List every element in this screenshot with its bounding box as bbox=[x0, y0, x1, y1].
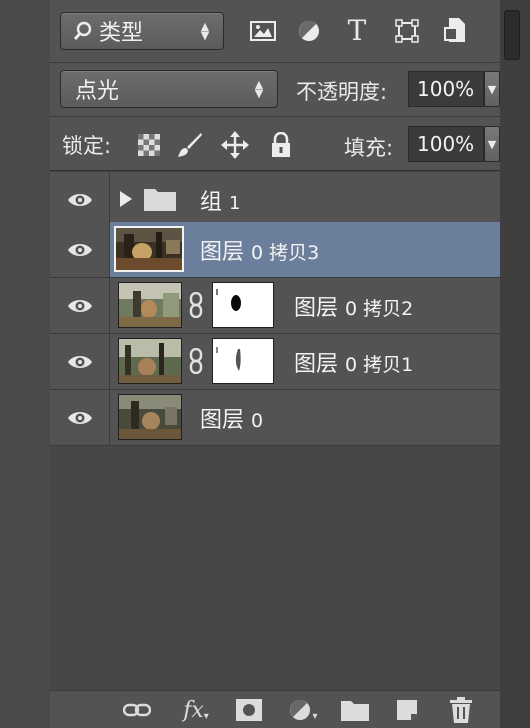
layers-bottom-toolbar: fx ▾ ▾ bbox=[50, 690, 500, 728]
layer-thumbnail bbox=[118, 338, 182, 384]
layer-row-copy-3[interactable]: 图层 0 拷贝3 bbox=[50, 222, 500, 278]
add-mask-icon[interactable] bbox=[234, 697, 264, 723]
filter-kind-label: 类型 bbox=[99, 21, 144, 46]
new-group-icon[interactable] bbox=[340, 697, 370, 723]
opacity-label: 不透明度: bbox=[296, 80, 388, 104]
layer-name-prefix: 组 bbox=[200, 190, 223, 215]
layer-row-copy-2[interactable]: 图层 0 拷贝2 bbox=[50, 278, 500, 334]
lock-position-icon[interactable] bbox=[220, 130, 250, 160]
adjustment-filter-icon[interactable] bbox=[294, 16, 324, 46]
layer-name: 图层 0 拷贝3 bbox=[200, 234, 319, 266]
expand-triangle-icon[interactable] bbox=[120, 191, 132, 211]
layer-name: 图层 0 拷贝2 bbox=[294, 290, 413, 322]
lock-label: 锁定: bbox=[62, 134, 112, 158]
scrollbar-thumb[interactable] bbox=[504, 10, 520, 60]
fx-icon[interactable]: fx ▾ bbox=[178, 697, 214, 723]
layer-mask-thumbnail[interactable] bbox=[212, 282, 274, 328]
layers-list[interactable]: 组 1 图层 0 拷贝3 图层 0 拷贝2 图层 0 拷贝1 图层 0 bbox=[50, 170, 500, 690]
layer-row-copy-1[interactable]: 图层 0 拷贝1 bbox=[50, 334, 500, 390]
lock-all-icon[interactable] bbox=[268, 130, 294, 160]
visibility-eye-icon[interactable] bbox=[50, 334, 110, 389]
adjustment-layer-icon[interactable]: ▾ bbox=[286, 697, 320, 723]
layer-thumbnail bbox=[118, 282, 182, 328]
opacity-dropdown-button[interactable]: ▼ bbox=[484, 71, 500, 107]
link-layers-icon[interactable] bbox=[122, 697, 152, 723]
new-layer-icon[interactable] bbox=[392, 697, 422, 723]
shape-filter-icon[interactable] bbox=[392, 16, 422, 46]
divider bbox=[50, 116, 500, 117]
divider bbox=[50, 170, 500, 171]
search-icon bbox=[73, 21, 93, 41]
layers-panel: 类型 ▲ ▼ T 点光 ▲ ▼ 不透明度: 100% ▼ 锁定: 填充: 100… bbox=[50, 0, 500, 728]
layer-name: 图层 0 bbox=[200, 402, 263, 434]
fx-label: fx bbox=[183, 697, 204, 723]
layer-name-suffix: 0 bbox=[251, 410, 264, 432]
panel-scrollbar[interactable] bbox=[500, 0, 530, 728]
image-filter-icon[interactable] bbox=[246, 16, 280, 46]
lock-transparent-pixels-icon[interactable] bbox=[136, 132, 162, 158]
layer-row-group-1[interactable]: 组 1 bbox=[50, 172, 500, 228]
layer-name: 图层 0 拷贝1 bbox=[294, 346, 413, 378]
layer-name-prefix: 图层 bbox=[200, 240, 245, 265]
opacity-input[interactable]: 100% bbox=[408, 71, 484, 107]
type-filter-icon[interactable]: T bbox=[342, 14, 372, 47]
fill-input[interactable]: 100% bbox=[408, 126, 484, 162]
layer-thumbnail bbox=[118, 394, 182, 440]
delete-layer-icon[interactable] bbox=[446, 697, 476, 723]
layer-name-prefix: 图层 bbox=[294, 296, 339, 321]
layer-thumbnail bbox=[114, 226, 184, 272]
dropdown-arrows-icon: ▲ ▼ bbox=[200, 20, 210, 42]
smart-object-filter-icon[interactable] bbox=[440, 14, 470, 46]
visibility-eye-icon[interactable] bbox=[50, 172, 110, 227]
layer-name-suffix: 0 拷贝3 bbox=[251, 242, 320, 264]
divider bbox=[50, 62, 500, 63]
mask-link-icon[interactable] bbox=[188, 291, 204, 319]
folder-icon bbox=[144, 187, 176, 215]
visibility-eye-icon[interactable] bbox=[50, 278, 110, 333]
blend-mode-label: 点光 bbox=[75, 79, 120, 104]
layer-mask-thumbnail[interactable] bbox=[212, 338, 274, 384]
layer-name-suffix: 0 拷贝1 bbox=[345, 354, 414, 376]
fill-label: 填充: bbox=[344, 136, 394, 160]
fill-dropdown-button[interactable]: ▼ bbox=[484, 126, 500, 162]
left-panel-edge bbox=[0, 0, 50, 728]
layer-name-prefix: 图层 bbox=[200, 408, 245, 433]
layer-name-suffix: 0 拷贝2 bbox=[345, 298, 414, 320]
mask-link-icon[interactable] bbox=[188, 347, 204, 375]
filter-row: 类型 ▲ ▼ T bbox=[50, 0, 500, 62]
layer-name-prefix: 图层 bbox=[294, 352, 339, 377]
visibility-eye-icon[interactable] bbox=[50, 390, 110, 445]
dropdown-arrows-icon: ▲ ▼ bbox=[254, 78, 264, 100]
layer-name: 组 1 bbox=[200, 184, 240, 216]
blend-mode-dropdown[interactable]: 点光 ▲ ▼ bbox=[60, 70, 278, 108]
lock-image-pixels-icon[interactable] bbox=[174, 130, 204, 160]
chevron-down-icon: ▼ bbox=[487, 82, 497, 96]
visibility-eye-icon[interactable] bbox=[50, 222, 110, 277]
layer-row-layer-0[interactable]: 图层 0 bbox=[50, 390, 500, 446]
chevron-down-icon: ▼ bbox=[487, 137, 497, 151]
filter-kind-dropdown[interactable]: 类型 ▲ ▼ bbox=[60, 12, 224, 50]
layer-name-suffix: 1 bbox=[229, 193, 241, 214]
